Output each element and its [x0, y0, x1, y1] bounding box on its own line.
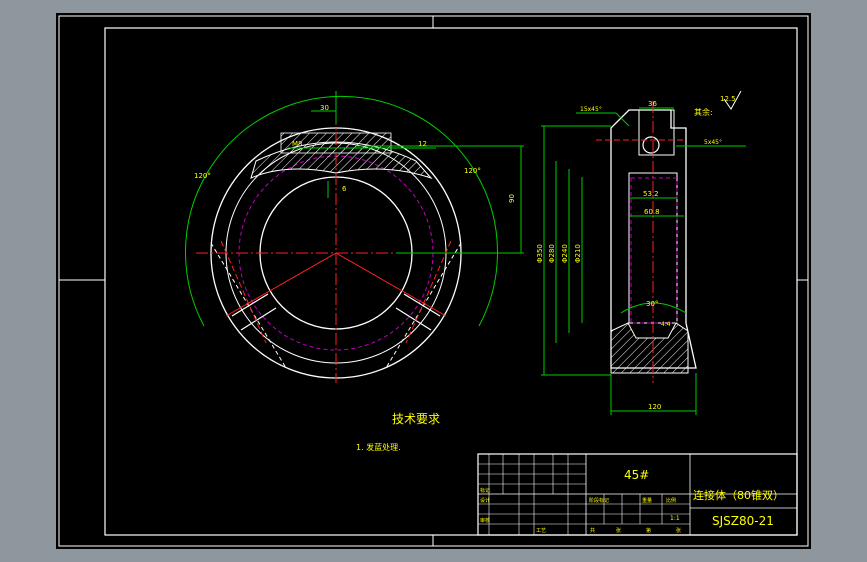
dim-30-label: 30: [320, 104, 329, 112]
dim-120-right-label: 120°: [464, 167, 481, 175]
tb-cell-c7: 张: [676, 527, 681, 534]
part-name: 连接体（80锥双）: [693, 488, 784, 502]
scale-value: 1:1: [670, 515, 680, 522]
tb-cell-r3: 审核: [480, 517, 490, 524]
dia-350-label: Φ350: [536, 244, 544, 263]
dim-4-label: 4.4: [661, 321, 671, 328]
dim-120-left-label: 120°: [194, 172, 211, 180]
dim-90-label: 90: [508, 194, 516, 203]
slot-centerline-right: [405, 240, 452, 344]
slot-right-upper: [403, 293, 441, 317]
tb-cell-c3: 比例: [666, 497, 676, 504]
inner-border: [104, 27, 798, 536]
dim-12-label: 12: [418, 140, 427, 148]
radial-line-right: [335, 252, 447, 317]
chamfer-top-label: 15x45°: [580, 106, 602, 113]
dim-36-label: 36: [648, 100, 657, 108]
dim-30deg-label: 30°: [646, 300, 658, 308]
dim-120-label: 120: [648, 403, 661, 411]
front-view: [185, 91, 524, 383]
radial-line-left: [225, 252, 337, 317]
tb-cell-c1: 阶段标记: [589, 497, 609, 504]
dim-60-label: 60.8: [644, 208, 660, 216]
dia-280-label: Φ280: [548, 244, 556, 263]
dia-240-label: Φ240: [561, 244, 569, 263]
dia-210-label: Φ210: [574, 244, 582, 263]
tb-cell-r4: 工艺: [536, 528, 546, 534]
chamfer-right-label: 5x45°: [704, 139, 722, 146]
drawing-sheet: 30 M8 12 6 120° 120° 90 36 15x45° 5x45° …: [56, 13, 811, 549]
tb-cell-r2: 设计: [480, 497, 490, 504]
material-label: 45#: [624, 468, 649, 482]
roughness-value: 12.5: [720, 95, 736, 103]
tb-cell-c2: 重量: [642, 497, 652, 504]
cad-drawing: 30 M8 12 6 120° 120° 90 36 15x45° 5x45° …: [58, 15, 809, 547]
notes-heading: 技术要求: [392, 412, 440, 426]
notes-item-1: 1. 发蓝处理.: [356, 442, 401, 452]
slot-left-upper: [231, 293, 269, 317]
side-bottom-section: [610, 322, 689, 374]
tb-cell-c6: 第: [646, 527, 651, 534]
angle-dimension-arc: [185, 95, 498, 327]
chamfer-top-leader-diag: [615, 112, 630, 127]
roughness-label: 其余:: [694, 107, 713, 117]
slot-centerline-left: [220, 240, 267, 344]
tb-cell-c5: 张: [616, 527, 621, 534]
dim-53-label: 53.2: [643, 190, 659, 198]
dim-6-label: 6: [342, 185, 347, 193]
drawing-number: SJSZ80-21: [712, 514, 774, 528]
tb-cell-c4: 共: [590, 527, 595, 534]
outer-frame: [58, 15, 809, 547]
tb-cell-r1: 标记: [480, 487, 490, 494]
lug-hole: [642, 136, 660, 154]
dim-m8-label: M8: [292, 140, 303, 148]
